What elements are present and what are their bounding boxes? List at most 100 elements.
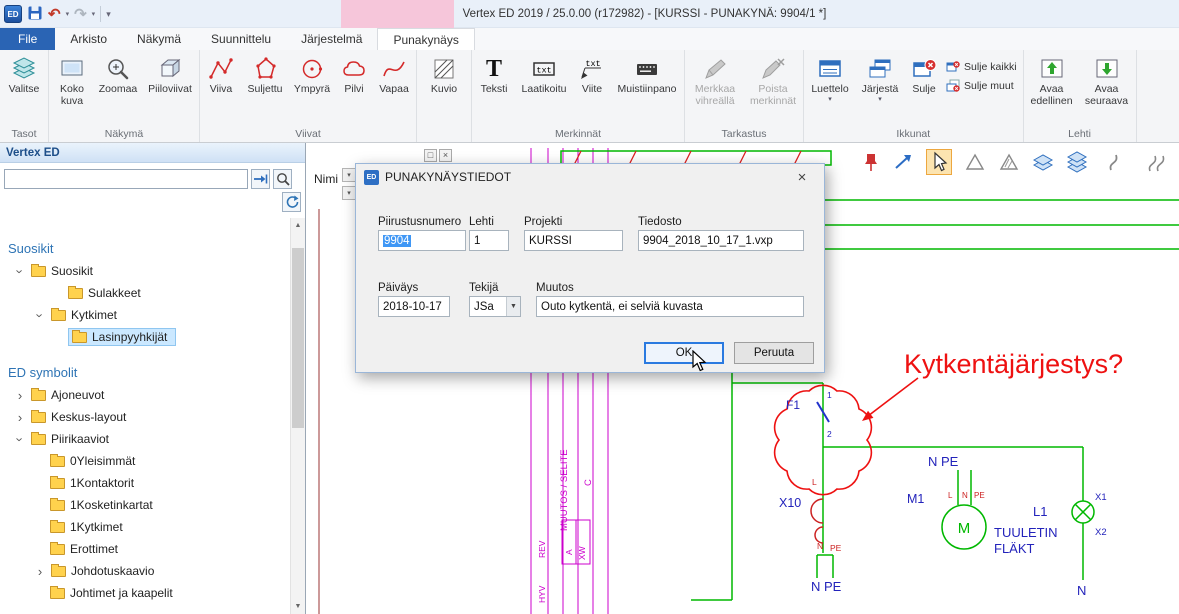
undo-button[interactable]: ↶ bbox=[48, 7, 61, 22]
dialog-title-bar[interactable]: ED PUNAKYNÄYSTIEDOT × bbox=[356, 164, 824, 190]
panel-close-button[interactable]: × bbox=[439, 149, 452, 162]
kuvio-button[interactable]: Kuvio bbox=[418, 52, 470, 96]
tree-item-lasinpyyhkijat[interactable]: Lasinpyyhkijät bbox=[0, 326, 305, 348]
jarjesta-button[interactable]: Järjestä ▾ bbox=[855, 52, 905, 102]
tree-item-1kontaktorit[interactable]: 1Kontaktorit bbox=[0, 472, 305, 494]
chevron-expanded-icon[interactable]: › bbox=[34, 309, 47, 321]
pin-tool-button[interactable] bbox=[858, 149, 884, 175]
filter-dropdown-button[interactable]: ▾ bbox=[342, 168, 356, 182]
search-input[interactable] bbox=[4, 169, 248, 189]
zoomaa-button[interactable]: Zoomaa bbox=[94, 52, 142, 96]
tekija-combobox[interactable]: JSa ▼ bbox=[469, 296, 521, 317]
tiedosto-field[interactable]: 9904_2018_10_17_1.vxp bbox=[638, 230, 804, 251]
vapaa-button[interactable]: Vapaa bbox=[373, 52, 415, 96]
sulje-button[interactable]: Sulje bbox=[905, 52, 943, 96]
refresh-button[interactable] bbox=[282, 192, 301, 212]
teksti-button[interactable]: T Teksti bbox=[473, 52, 515, 96]
piiloviivat-button[interactable]: Piiloviivat bbox=[142, 52, 198, 96]
symbols-section-title: ED symbolit bbox=[0, 362, 305, 384]
chevron-expanded-icon[interactable]: › bbox=[14, 265, 27, 277]
freehand-icon bbox=[381, 55, 407, 83]
sulje-kaikki-button[interactable]: Sulje kaikki bbox=[946, 60, 1017, 74]
viiva-button[interactable]: Viiva bbox=[201, 52, 241, 96]
layers-tool-button-2[interactable] bbox=[1064, 149, 1090, 175]
suljettu-button[interactable]: Suljettu bbox=[241, 52, 289, 96]
tree-item-1kytkimet[interactable]: 1Kytkimet bbox=[0, 516, 305, 538]
chevron-collapsed-icon[interactable]: › bbox=[34, 565, 46, 578]
scrollbar-thumb[interactable] bbox=[292, 248, 304, 428]
valitse-button[interactable]: Valitse bbox=[1, 52, 47, 96]
chevron-expanded-icon[interactable]: › bbox=[14, 433, 27, 445]
tree-item-1kosketinkartat[interactable]: 1Kosketinkartat bbox=[0, 494, 305, 516]
avaa-seuraava-button[interactable]: Avaa seuraava bbox=[1079, 52, 1135, 108]
muutos-field[interactable]: Outo kytkentä, ei selviä kuvasta bbox=[536, 296, 804, 317]
redline-annotation-text: Kytkentäjärjestys? bbox=[904, 349, 1123, 380]
tree-item-johdotuskaavio[interactable]: › Johdotuskaavio bbox=[0, 560, 305, 582]
titleblock-a: A bbox=[564, 549, 574, 555]
pan-tool-button[interactable] bbox=[890, 149, 916, 175]
projekti-field[interactable]: KURSSI bbox=[524, 230, 623, 251]
undo-dropdown[interactable]: ▾ bbox=[66, 10, 70, 18]
label-n-bottom: N bbox=[1077, 583, 1086, 598]
tab-arkisto[interactable]: Arkisto bbox=[55, 28, 122, 50]
chevron-collapsed-icon[interactable]: › bbox=[14, 411, 26, 424]
tree-item-ajoneuvot[interactable]: › Ajoneuvot bbox=[0, 384, 305, 406]
redo-button[interactable]: ↷ bbox=[74, 7, 87, 22]
tree-item-kytkimet[interactable]: › Kytkimet bbox=[0, 304, 305, 326]
viite-button[interactable]: txt Viite bbox=[573, 52, 611, 96]
sidebar-scrollbar[interactable]: ▲ ▼ bbox=[290, 218, 305, 614]
sort-dropdown-button[interactable]: ▾ bbox=[342, 186, 356, 200]
nimi-label: Nimi bbox=[314, 172, 338, 186]
tab-suunnittelu[interactable]: Suunnittelu bbox=[196, 28, 286, 50]
chevron-collapsed-icon[interactable]: › bbox=[14, 389, 26, 402]
ribbon: Valitse Tasot Koko kuva Zoomaa bbox=[0, 50, 1179, 143]
tiedosto-label: Tiedosto bbox=[638, 216, 682, 228]
layers-blue-icon bbox=[1032, 151, 1054, 173]
tree-item-sulakkeet[interactable]: Sulakkeet bbox=[0, 282, 305, 304]
chevron-down-icon: ▾ bbox=[828, 97, 832, 102]
avaa-edellinen-button[interactable]: Avaa edellinen bbox=[1025, 52, 1079, 108]
pilvi-button[interactable]: Pilvi bbox=[335, 52, 373, 96]
muistiinpano-button[interactable]: Muistiinpano bbox=[611, 52, 683, 96]
layers-tool-button[interactable] bbox=[1030, 149, 1056, 175]
tab-nakyma[interactable]: Näkymä bbox=[122, 28, 196, 50]
sidebar-title: Vertex ED bbox=[0, 143, 305, 163]
chevron-down-icon[interactable]: ▼ bbox=[506, 297, 520, 316]
tree-item-piirikaaviot[interactable]: › Piirikaaviot bbox=[0, 428, 305, 450]
dialog-title: PUNAKYNÄYSTIEDOT bbox=[385, 170, 511, 184]
tree-item-keskus-layout[interactable]: › Kesk​us-layout bbox=[0, 406, 305, 428]
tree-item-erottimet[interactable]: Erottimet bbox=[0, 538, 305, 560]
search-button[interactable] bbox=[273, 169, 292, 189]
close-icon[interactable]: × bbox=[788, 169, 816, 186]
luettelo-button[interactable]: Luettelo ▾ bbox=[805, 52, 855, 102]
ok-button[interactable]: OK bbox=[644, 342, 724, 364]
scroll-down-icon[interactable]: ▼ bbox=[291, 599, 305, 614]
redo-dropdown[interactable]: ▾ bbox=[92, 10, 96, 18]
sulje-muut-button[interactable]: Sulje muut bbox=[946, 79, 1017, 93]
tab-punakynays[interactable]: Punakynäys bbox=[377, 28, 474, 50]
section-line-tool-button[interactable] bbox=[1102, 149, 1128, 175]
tree-item-johtimet-ja-kaapelit[interactable]: Johtimet ja kaapelit bbox=[0, 582, 305, 604]
triangle-tool-button[interactable] bbox=[962, 149, 988, 175]
tree-item-0yleisimmat[interactable]: 0Yleisimmät bbox=[0, 450, 305, 472]
tab-jarjestelma[interactable]: Järjestelmä bbox=[286, 28, 377, 50]
panel-float-button[interactable]: □ bbox=[424, 149, 437, 162]
tree-item-suosikit[interactable]: › Suosikit bbox=[0, 260, 305, 282]
piirustusnumero-field[interactable]: 9904 bbox=[378, 230, 466, 251]
paivays-field[interactable]: 2018-10-17 bbox=[378, 296, 450, 317]
koko-kuva-button[interactable]: Koko kuva bbox=[50, 52, 94, 108]
lehti-field[interactable]: 1 bbox=[469, 230, 509, 251]
save-button[interactable] bbox=[27, 5, 43, 24]
go-button[interactable] bbox=[251, 169, 270, 189]
ympyra-button[interactable]: Ympyrä bbox=[289, 52, 335, 96]
section-line-tool-button-2[interactable] bbox=[1142, 149, 1168, 175]
peruuta-button[interactable]: Peruuta bbox=[734, 342, 814, 364]
tab-file[interactable]: File bbox=[0, 28, 55, 50]
label-pin1: 1 bbox=[827, 390, 832, 400]
folder-icon bbox=[31, 412, 46, 423]
laatikoitu-button[interactable]: txt Laatikoitu bbox=[515, 52, 573, 96]
hatched-triangle-tool-button[interactable] bbox=[996, 149, 1022, 175]
poista-merkinnat-button: Poista merkinnät bbox=[744, 52, 802, 108]
select-tool-button[interactable] bbox=[926, 149, 952, 175]
scroll-up-icon[interactable]: ▲ bbox=[291, 218, 305, 233]
